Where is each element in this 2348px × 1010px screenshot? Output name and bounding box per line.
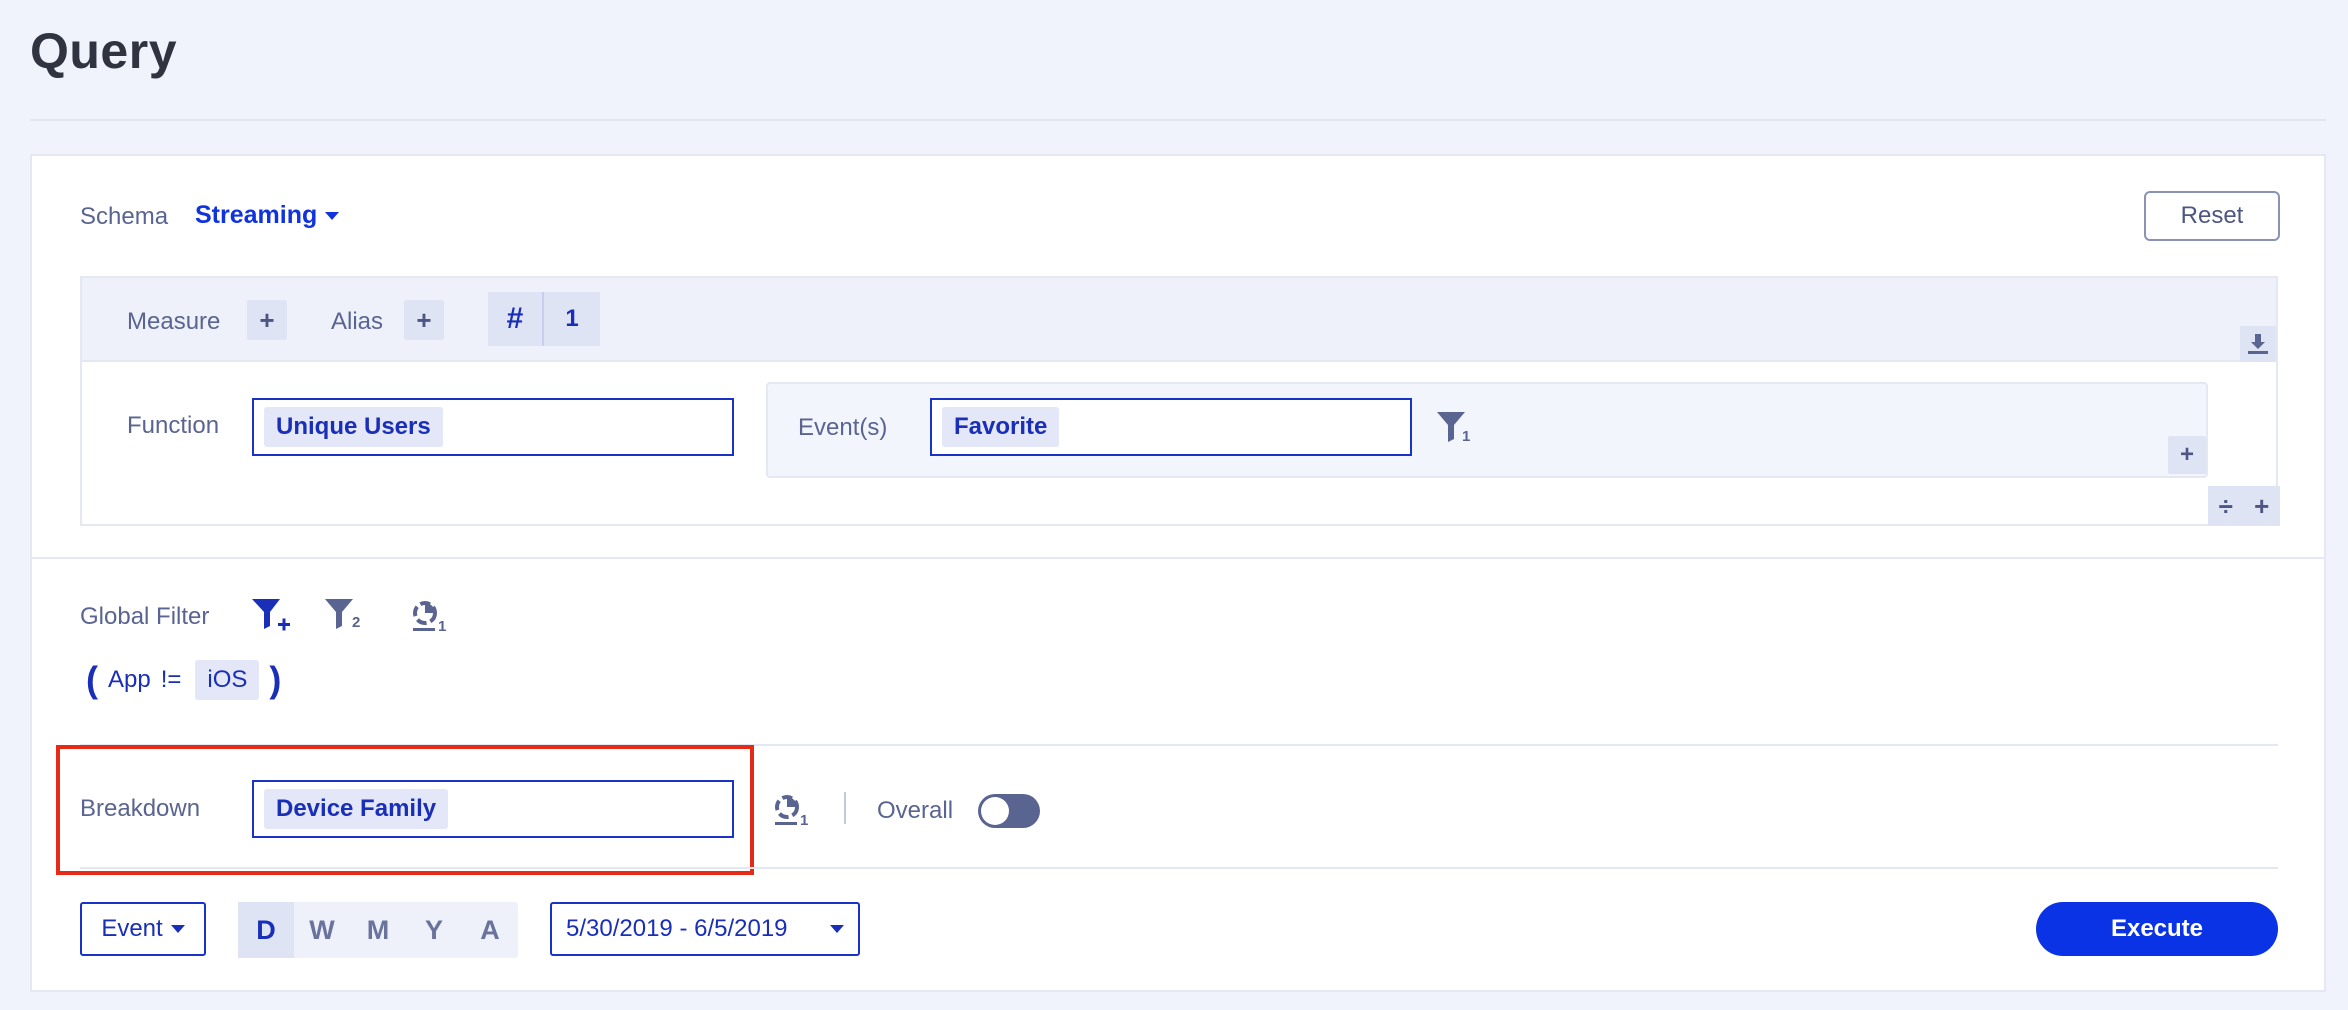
breakdown-divider-bottom [80,867,2278,869]
divide-button[interactable]: ÷ [2219,491,2233,522]
date-range-value: 5/30/2019 - 6/5/2019 [566,915,788,942]
title-divider [30,119,2326,121]
alias-label: Alias [331,308,384,335]
interval-year[interactable]: Y [406,902,462,958]
chevron-down-icon [830,925,844,933]
toggle-knob [981,797,1009,825]
execute-button[interactable]: Execute [2036,902,2278,956]
interval-all[interactable]: A [462,902,518,958]
events-box: Event(s) Favorite 1 + [766,382,2208,478]
add-formula-button[interactable]: + [2254,491,2269,522]
global-filter-label: Global Filter [80,603,210,630]
chevron-down-icon [170,925,185,933]
section-divider [32,557,2326,559]
interval-day[interactable]: D [238,902,294,958]
filter-value: iOS [195,660,260,700]
close-paren: ) [269,659,282,700]
event-tag: Favorite [942,407,1060,447]
download-button[interactable] [2240,326,2276,362]
function-input[interactable]: Unique Users [252,398,734,456]
breakdown-segment-count: 1 [800,812,809,829]
download-icon [2248,334,2268,354]
filter-operator: != [160,666,182,693]
event-dropdown-label: Event [101,915,163,942]
formula-controls: ÷ + [2208,486,2280,526]
event-filter-button[interactable]: 1 [1436,410,1476,450]
event-filter-count: 1 [1462,428,1471,445]
filter-field: App [108,666,151,693]
measure-count-control[interactable]: # 1 [488,292,600,346]
interval-week[interactable]: W [294,902,350,958]
function-label: Function [127,412,220,439]
interval-selector: D W M Y A [238,902,518,958]
filter-count: 2 [352,614,361,631]
date-range-picker[interactable]: 5/30/2019 - 6/5/2019 [550,902,860,956]
chevron-down-icon [325,212,340,221]
schema-dropdown[interactable]: Streaming [195,201,340,230]
reset-button[interactable]: Reset [2144,191,2280,241]
add-alias-button[interactable]: + [404,300,444,340]
measure-count: 1 [565,305,579,332]
open-paren: ( [86,659,98,700]
event-input[interactable]: Favorite [930,398,1412,456]
breakdown-highlight [56,745,754,875]
hash-icon: # [488,292,544,346]
filter-add-icon [252,599,290,631]
measure-label: Measure [127,308,221,335]
overall-toggle[interactable] [978,794,1040,828]
overall-label: Overall [877,797,954,824]
vertical-divider [844,792,846,824]
function-tag: Unique Users [264,407,443,447]
add-filter-button[interactable] [250,596,290,636]
schema-value: Streaming [195,201,318,229]
page-title: Query [30,23,178,79]
segment-count: 1 [438,618,447,635]
add-measure-button[interactable]: + [247,300,287,340]
measure-panel: Measure + Alias + # 1 Function Unique Us… [80,276,2280,526]
filter-expression[interactable]: ( App != iOS ) [86,659,281,701]
breakdown-segment-button[interactable]: 1 [772,792,812,832]
schema-label: Schema [80,203,169,230]
interval-month[interactable]: M [350,902,406,958]
filter-list-button[interactable]: 2 [324,596,364,636]
events-label: Event(s) [798,414,888,441]
event-dropdown[interactable]: Event [80,902,206,956]
segment-button[interactable]: 1 [410,598,450,638]
add-event-button[interactable]: + [2168,436,2206,474]
